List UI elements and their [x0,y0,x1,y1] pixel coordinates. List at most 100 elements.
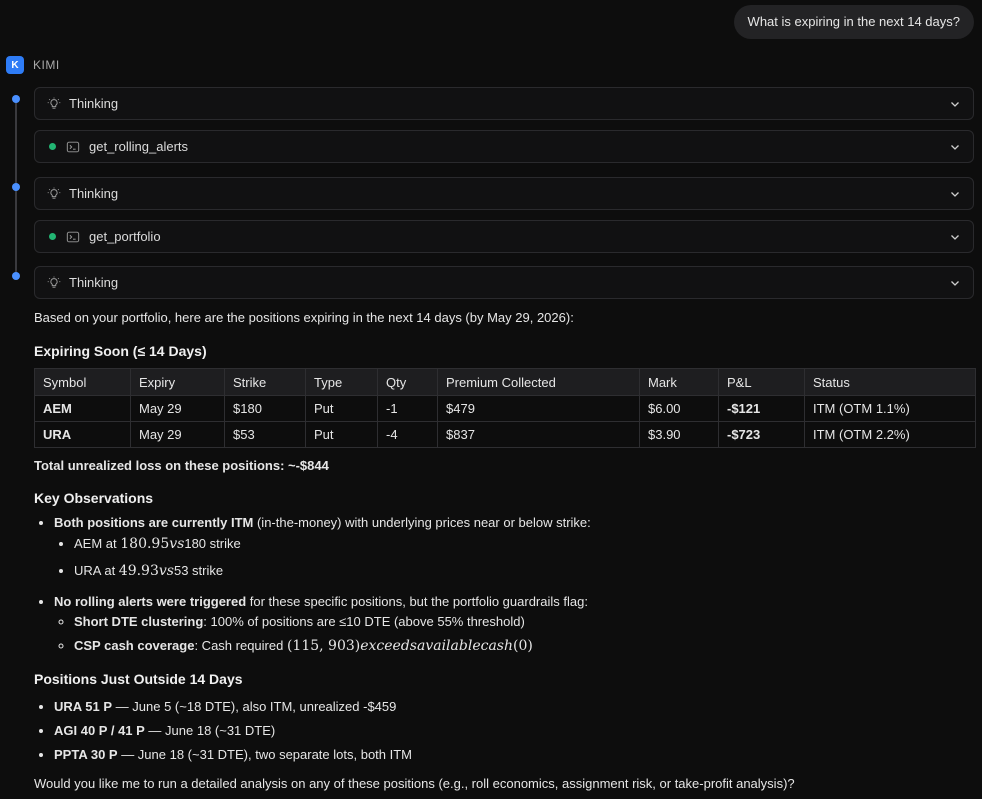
list-text: — June 18 (~31 DTE) [144,723,276,738]
expiring-table: Symbol Expiry Strike Type Qty Premium Co… [34,368,976,448]
user-message-bubble: What is expiring in the next 14 days? [733,5,974,39]
chevron-down-icon [951,235,959,240]
chevron-down-icon [951,145,959,150]
table-cell: $180 [224,395,306,422]
table-cell: -1 [377,395,438,422]
chevron-down-icon [951,281,959,286]
response-intro: Based on your portfolio, here are the po… [34,310,574,325]
list-item: PPTA 30 P — June 18 (~31 DTE), two separ… [54,743,974,767]
list-text: : Cash required [194,638,287,653]
chevron-down-icon [951,102,959,107]
timeline-dot [12,183,20,191]
thinking-step[interactable]: Thinking [34,266,974,299]
thinking-step[interactable]: Thinking [34,177,974,210]
bold-text: No rolling alerts were triggered [54,594,247,609]
table-cell: Put [305,421,378,448]
table-cell: $6.00 [639,395,719,422]
outside-positions-list: URA 51 P — June 5 (~18 DTE), also ITM, u… [34,695,974,767]
list-item: Both positions are currently ITM (in-the… [54,513,974,583]
bold-text: URA 51 P [54,699,113,714]
list-text: 180 strike [184,536,241,551]
math-text: 49.93vs [118,563,174,579]
column-header: Strike [224,368,306,396]
list-text: AEM at [74,536,121,551]
list-text: 53 strike [173,563,224,578]
sub-list: Short DTE clustering: 100% of positions … [54,612,974,657]
tool-call-step[interactable]: get_portfolio [34,220,974,253]
list-item: AEM at 180.95vs180 strike [74,533,974,558]
list-item: URA at 49.93vs53 strike [74,558,974,583]
table-row: AEM May 29 $180 Put -1 $479 $6.00 -$121 … [34,395,976,422]
response-content: Based on your portfolio, here are the po… [34,310,976,791]
column-header: Mark [639,368,719,396]
math-text: 180.95vs [120,536,185,552]
sub-list: AEM at 180.95vs180 strike URA at 49.93vs… [54,533,974,583]
agent-name: KIMI [33,58,60,72]
step-label: Thinking [69,186,119,201]
terminal-icon [66,231,80,242]
list-text: : 100% of positions are ≤10 DTE (above 5… [203,614,525,629]
column-header: Status [804,368,976,396]
section-heading: Key Observations [34,490,154,506]
timeline-dot [12,272,20,280]
list-text: URA at [74,563,119,578]
lightbulb-icon [47,186,61,199]
bold-text: Both positions are currently ITM [54,515,254,530]
list-text: (in-the-money) with underlying prices ne… [253,515,591,530]
list-text: — June 5 (~18 DTE), also ITM, unrealized… [112,699,397,714]
column-header: Qty [377,368,438,396]
column-header: Expiry [130,368,225,396]
table-cell: $53 [224,421,306,448]
list-text: — June 18 (~31 DTE), two separate lots, … [117,747,413,762]
bold-text: PPTA 30 P [54,747,118,762]
success-status-dot [49,143,56,150]
lightbulb-icon [47,275,61,288]
list-item: AGI 40 P / 41 P — June 18 (~31 DTE) [54,719,974,743]
column-header: P&L [718,368,805,396]
step-label: Thinking [69,96,119,111]
lightbulb-icon [47,96,61,109]
step-label: get_portfolio [89,229,161,244]
step-label: Thinking [69,275,119,290]
table-cell: $479 [437,395,640,422]
step-label: get_rolling_alerts [89,139,189,154]
tool-call-step[interactable]: get_rolling_alerts [34,130,974,163]
table-cell: May 29 [130,395,225,422]
list-item: CSP cash coverage: Cash required (115, 9… [74,635,974,657]
table-cell: ITM (OTM 1.1%) [804,395,976,422]
timeline-dot [12,95,20,103]
list-item: URA 51 P — June 5 (~18 DTE), also ITM, u… [54,695,974,719]
section-heading: Expiring Soon (≤ 14 Days) [34,343,207,359]
bold-text: CSP cash coverage [74,638,195,653]
table-cell: -4 [377,421,438,448]
list-item: No rolling alerts were triggered for the… [54,592,974,657]
table-cell: $837 [437,421,640,448]
column-header: Symbol [34,368,131,396]
total-loss-text: Total unrealized loss on these positions… [34,458,329,473]
bold-text: AGI 40 P / 41 P [54,723,145,738]
bold-text: Short DTE clustering [74,614,204,629]
table-cell: -$723 [718,421,805,448]
table-header-row: Symbol Expiry Strike Type Qty Premium Co… [34,368,976,396]
math-text: (115, 903)exceedsavailablecash(0) [286,638,533,654]
section-heading: Positions Just Outside 14 Days [34,671,243,687]
table-row: URA May 29 $53 Put -4 $837 $3.90 -$723 I… [34,421,976,448]
table-cell: ITM (OTM 2.2%) [804,421,976,448]
closing-question: Would you like me to run a detailed anal… [34,776,795,791]
table-cell: AEM [34,395,131,422]
column-header: Premium Collected [437,368,640,396]
agent-avatar: K [6,56,24,74]
table-cell: URA [34,421,131,448]
column-header: Type [305,368,378,396]
chevron-down-icon [951,192,959,197]
list-text: for these specific positions, but the po… [246,594,588,609]
table-cell: $3.90 [639,421,719,448]
table-cell: Put [305,395,378,422]
agent-header: K KIMI [6,56,60,74]
thinking-step[interactable]: Thinking [34,87,974,120]
list-item: Short DTE clustering: 100% of positions … [74,612,974,632]
success-status-dot [49,233,56,240]
table-cell: -$121 [718,395,805,422]
terminal-icon [66,141,80,152]
observations-list: Both positions are currently ITM (in-the… [34,513,974,657]
